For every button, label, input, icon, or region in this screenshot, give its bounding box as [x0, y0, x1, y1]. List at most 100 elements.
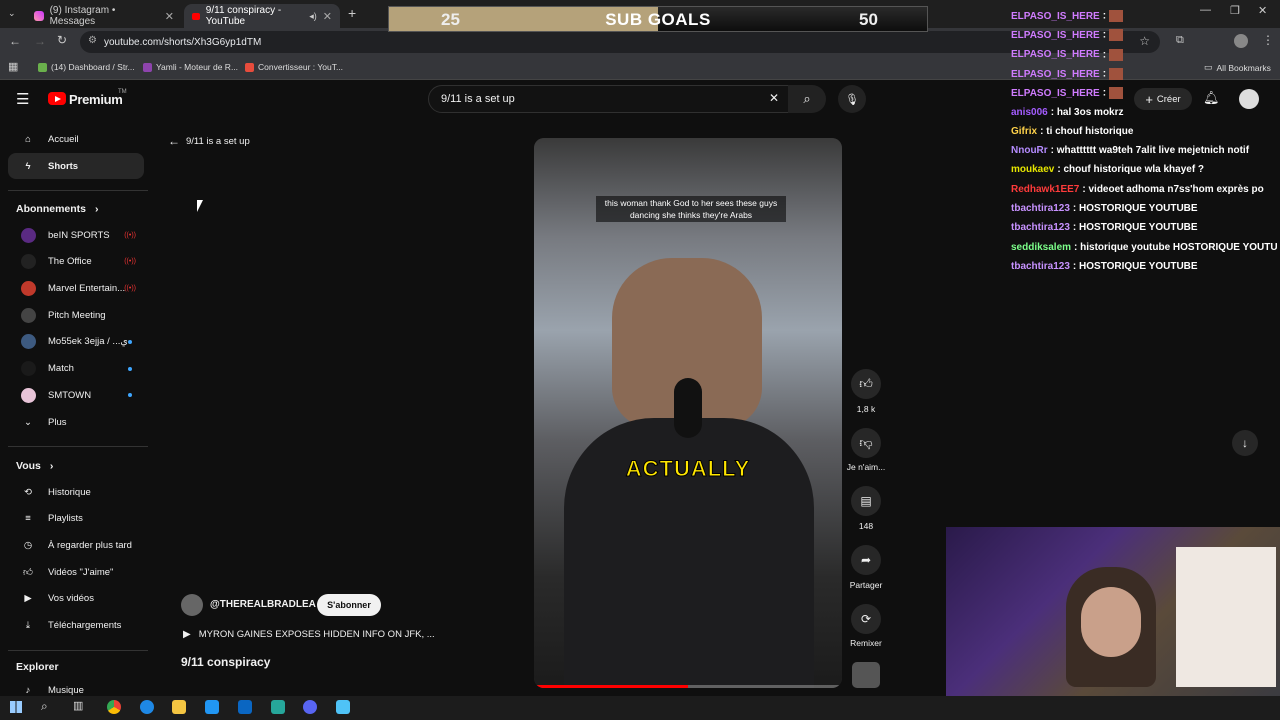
- chat-text: ti chouf historique: [1046, 125, 1134, 137]
- minimize-icon[interactable]: —: [1200, 4, 1211, 16]
- sidebar-subscription[interactable]: Marvel Entertain... ((•)): [8, 275, 144, 301]
- windows-taskbar: ⌕ ▥: [0, 696, 1280, 720]
- search-input[interactable]: 9/11 is a set up ✕: [428, 85, 790, 113]
- site-info-icon[interactable]: ⚙: [88, 35, 97, 46]
- sidebar-item-accueil[interactable]: ⌂ Accueil: [8, 126, 144, 152]
- dislike-button[interactable]: 👎︎: [851, 428, 881, 458]
- clear-search-icon[interactable]: ✕: [769, 91, 779, 105]
- sound-thumbnail[interactable]: [852, 662, 880, 688]
- search-button[interactable]: ⌕: [788, 85, 826, 113]
- create-button[interactable]: + Créer: [1134, 88, 1192, 110]
- chat-message: ELPASO_IS_HERE:: [1011, 29, 1123, 42]
- comment-icon: ▤: [860, 494, 872, 508]
- edge-icon[interactable]: [140, 700, 154, 714]
- notifications-bell-icon[interactable]: 🔔︎: [1203, 90, 1220, 106]
- channel-avatar: [8, 227, 48, 243]
- chat-message: ELPASO_IS_HERE:: [1011, 87, 1123, 100]
- chat-text: whatttttt wa9teh 7alit live mejetnich no…: [1056, 145, 1250, 157]
- music-line[interactable]: ▶ MYRON GAINES EXPOSES HIDDEN INFO ON JF…: [183, 629, 435, 640]
- browser-menu-icon[interactable]: ⋮: [1262, 33, 1274, 47]
- chat-username: tbachtira123: [1011, 260, 1070, 272]
- like-button[interactable]: 👍︎: [851, 369, 881, 399]
- sidebar-subscription[interactable]: Match: [8, 356, 144, 382]
- close-window-icon[interactable]: ✕: [1258, 4, 1267, 17]
- tab-search-icon[interactable]: ⌄: [8, 8, 22, 20]
- discord-icon[interactable]: [303, 700, 317, 714]
- sidebar-subscription[interactable]: The Office ((•)): [8, 249, 144, 275]
- file-explorer-icon[interactable]: [172, 700, 186, 714]
- reload-icon[interactable]: ↻: [57, 33, 67, 47]
- bookmark-yamli[interactable]: Yamli - Moteur de R...: [143, 62, 238, 72]
- arrow-left-icon: ←: [168, 134, 180, 148]
- sidebar-item-you[interactable]: 👍︎ Vidéos "J'aime": [8, 559, 144, 585]
- tab-youtube[interactable]: 9/11 conspiracy - YouTube ◂) ✕: [184, 4, 340, 28]
- youtube-logo-text[interactable]: Premium: [69, 92, 123, 107]
- sidebar-subscription[interactable]: Mo55ek 3ejja / ...ي: [8, 329, 144, 355]
- share-button[interactable]: ➦: [851, 545, 881, 575]
- mail-icon[interactable]: [238, 700, 252, 714]
- webcam-shelf: [1176, 547, 1276, 687]
- bookmark-star-icon[interactable]: ☆: [1139, 34, 1150, 48]
- chat-message: tbachtira123: HOSTORIQUE YOUTUBE: [1011, 261, 1198, 272]
- sidebar-item-plus[interactable]: ⌄ Plus: [8, 409, 144, 435]
- chrome-icon[interactable]: [107, 700, 121, 714]
- you-title[interactable]: Vous ›: [16, 460, 53, 472]
- apps-icon[interactable]: ▦: [8, 60, 18, 73]
- channel-avatar: [8, 254, 48, 270]
- sidebar-subscription[interactable]: Pitch Meeting: [8, 302, 144, 328]
- short-video-player[interactable]: this woman thank God to her sees these g…: [534, 138, 842, 688]
- comments-button[interactable]: ▤: [851, 486, 881, 516]
- chat-text: hal 3os mokrz: [1056, 106, 1124, 118]
- bookmark-dashboard[interactable]: (14) Dashboard / Str...: [38, 62, 135, 72]
- sidebar-item-you[interactable]: ◷ À regarder plus tard: [8, 532, 144, 558]
- windows-start-icon[interactable]: [10, 701, 22, 713]
- url-bar[interactable]: ⚙ youtube.com/shorts/Xh3G6yp1dTM ☆: [80, 31, 1160, 53]
- webcam-face: [1081, 587, 1141, 657]
- subscribe-button[interactable]: S'abonner: [317, 594, 381, 616]
- sidebar-item-you[interactable]: ⟲ Historique: [8, 479, 144, 505]
- sidebar-item-label: Musique: [48, 684, 84, 696]
- chat-username: moukaev: [1011, 164, 1055, 176]
- sidebar-item-shorts[interactable]: ϟ Shorts: [8, 153, 144, 179]
- new-content-dot-icon: [128, 366, 132, 371]
- back-icon[interactable]: ←: [9, 34, 21, 48]
- home-icon: ⌂: [25, 133, 31, 145]
- sidebar-subscription[interactable]: beIN SPORTS ((•)): [8, 222, 144, 248]
- youtube-logo-icon[interactable]: [48, 92, 66, 105]
- back-button[interactable]: ← 9/11 is a set up: [168, 134, 250, 148]
- avatar: [20, 227, 36, 243]
- app-icon[interactable]: [271, 700, 285, 714]
- search-icon[interactable]: ⌕: [41, 699, 48, 714]
- chat-username: tbachtira123: [1011, 203, 1070, 214]
- store-icon[interactable]: [205, 700, 219, 714]
- hamburger-menu-icon[interactable]: ☰: [16, 90, 29, 108]
- close-icon[interactable]: ✕: [323, 10, 332, 23]
- next-video-button[interactable]: ↓: [1232, 430, 1258, 456]
- app-icon[interactable]: [336, 700, 350, 714]
- maximize-icon[interactable]: ❐: [1230, 4, 1240, 17]
- new-tab-button[interactable]: +: [348, 5, 356, 21]
- subscriptions-title[interactable]: Abonnements ›: [16, 203, 98, 215]
- bookmark-convertisseur[interactable]: Convertisseur : YouT...: [245, 62, 343, 72]
- remix-button[interactable]: ⟳: [851, 604, 881, 634]
- sidebar-item-you[interactable]: ≡ Playlists: [8, 506, 144, 532]
- voice-search-button[interactable]: 🎙︎: [838, 85, 866, 113]
- sidebar-item-you[interactable]: ⤓ Téléchargements: [8, 613, 144, 639]
- chat-message: ELPASO_IS_HERE:: [1011, 10, 1123, 22]
- tab-instagram[interactable]: (9) Instagram • Messages ✕: [26, 4, 182, 28]
- chat-message: anis006: hal 3os mokrz: [1011, 107, 1124, 118]
- speaker-icon[interactable]: ◂): [309, 11, 317, 22]
- all-bookmarks[interactable]: ▭ All Bookmarks: [1204, 62, 1271, 73]
- extensions-icon[interactable]: ⧉: [1176, 34, 1184, 47]
- channel-name[interactable]: @THEREALBRADLEA: [210, 599, 316, 610]
- task-view-icon[interactable]: ▥: [73, 699, 83, 712]
- avatar: [20, 334, 36, 350]
- channel-avatar[interactable]: [181, 594, 203, 616]
- forward-icon[interactable]: →: [34, 34, 46, 48]
- sidebar-item-you[interactable]: ▶ Vos vidéos: [8, 586, 144, 612]
- account-avatar[interactable]: [1239, 89, 1259, 109]
- close-icon[interactable]: ✕: [165, 10, 174, 23]
- sidebar-item-label: Vos vidéos: [48, 593, 94, 605]
- profile-avatar[interactable]: [1234, 34, 1248, 48]
- sidebar-subscription[interactable]: SMTOWN: [8, 382, 144, 408]
